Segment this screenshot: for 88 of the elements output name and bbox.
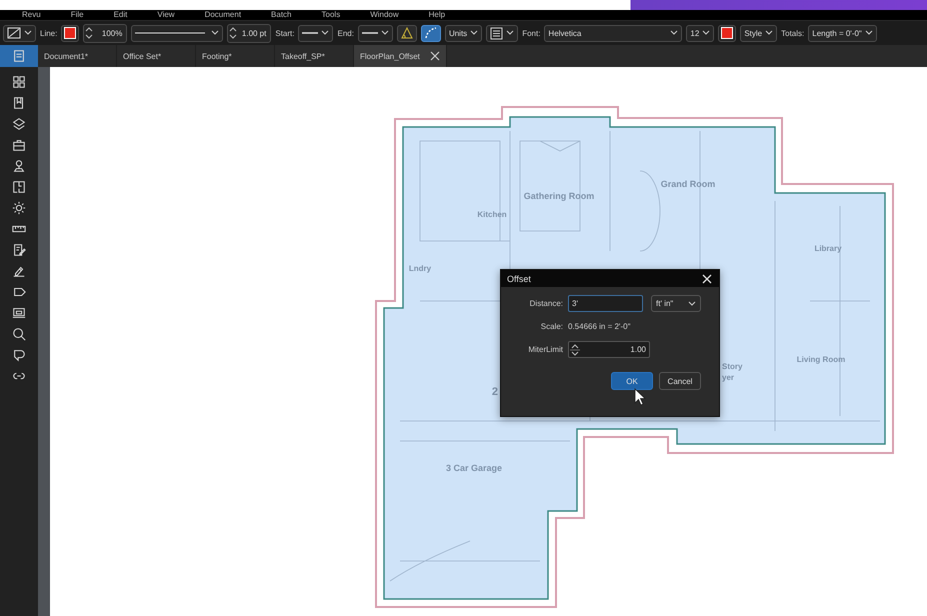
layers-icon — [12, 117, 26, 131]
close-icon[interactable] — [702, 274, 712, 284]
document-tab[interactable]: FloorPlan_Offset — [354, 45, 447, 67]
menu-item[interactable]: Tools — [322, 10, 340, 20]
menu-item[interactable]: Batch — [271, 10, 292, 20]
toolbox-icon — [12, 138, 26, 152]
menu-item[interactable]: Document — [204, 10, 242, 20]
menu-item[interactable]: View — [157, 10, 175, 20]
toolbar-label: Font: — [522, 28, 540, 38]
room-label: Library — [814, 244, 842, 253]
menu-item[interactable]: Window — [370, 10, 399, 20]
caret-icon — [765, 30, 774, 36]
close-icon[interactable] — [430, 51, 440, 61]
color-button[interactable] — [718, 24, 736, 42]
menu-item[interactable]: Help — [428, 10, 446, 20]
line-end-icon — [362, 31, 378, 35]
dropdown[interactable]: Style — [740, 24, 778, 42]
spinner-field[interactable]: 100% — [83, 24, 128, 42]
floor-plan-icon — [12, 180, 26, 194]
room-label: 3 Car Garage — [446, 463, 502, 473]
line-label: Line: — [40, 28, 58, 38]
room-label: yer — [722, 373, 734, 382]
spinner-field[interactable]: 1.00 pt — [227, 24, 272, 42]
spinner-arrows-icon[interactable] — [570, 342, 580, 358]
room-label: Grand Room — [660, 179, 716, 189]
menu-item[interactable]: Edit — [114, 10, 128, 20]
field-label: Distance: — [528, 299, 563, 308]
caret-icon — [864, 30, 873, 36]
caret-icon — [702, 30, 710, 36]
caret-icon — [670, 30, 678, 36]
distance-field[interactable]: 3' — [568, 295, 643, 312]
mouse-cursor-icon — [634, 388, 646, 406]
line-end-icon — [302, 31, 318, 35]
monitor-icon — [12, 306, 26, 320]
scale-value: 0.54666 in = 2'-0" — [568, 322, 630, 331]
line-end-dropdown[interactable] — [298, 24, 334, 42]
tag-icon — [12, 285, 26, 299]
spinner-arrows-icon[interactable] — [85, 25, 94, 41]
align-icon — [490, 26, 504, 40]
arc-tool-button[interactable] — [420, 24, 441, 42]
miter-limit-field[interactable]: 1.00 — [568, 341, 650, 358]
room-label: 2 — [492, 386, 498, 398]
room-label: Kitchen — [477, 210, 507, 219]
dropdown[interactable]: Helvetica — [544, 24, 682, 42]
menu-item[interactable]: File — [70, 10, 84, 20]
dropdown[interactable]: Length = 0'-0" — [808, 24, 877, 42]
field-label: Scale: — [540, 322, 563, 331]
cancel-button[interactable]: Cancel — [659, 372, 701, 390]
dropdown[interactable]: Units — [444, 24, 482, 42]
signature-icon — [12, 264, 26, 278]
align-dropdown[interactable] — [486, 24, 518, 42]
caret-icon — [321, 30, 330, 36]
toolbar-label: Totals: — [781, 28, 804, 38]
angle-tool-button[interactable] — [396, 24, 417, 42]
caret-icon — [470, 30, 478, 36]
room-label: Living Room — [796, 355, 846, 364]
room-label: Gathering Room — [524, 191, 594, 201]
line-end-label: Start: — [275, 28, 294, 38]
line-tool-icon — [7, 27, 21, 39]
solid-line-icon — [135, 31, 206, 35]
angle-icon — [400, 26, 414, 40]
dialog-title: Offset — [507, 274, 531, 284]
grid-icon — [12, 75, 26, 89]
ok-button[interactable]: OK — [611, 372, 653, 390]
menu-item[interactable]: Revu — [22, 10, 41, 20]
edit-icon — [12, 243, 26, 257]
arc-icon — [424, 26, 438, 40]
dropdown[interactable]: 12 — [686, 24, 714, 42]
line-end-dropdown[interactable] — [358, 24, 393, 42]
room-label: Story — [722, 362, 742, 371]
panel-icon — [12, 49, 26, 63]
caret-icon — [688, 300, 696, 306]
line-style-dropdown[interactable] — [131, 24, 224, 42]
color-button[interactable] — [61, 24, 80, 42]
spinner-arrows-icon[interactable] — [229, 25, 238, 41]
caret-icon — [380, 30, 389, 36]
field-label: MiterLimit — [527, 345, 563, 354]
unit-dropdown[interactable]: ft' in" — [651, 295, 701, 312]
room-label: Lndry — [408, 264, 432, 273]
book-icon — [12, 96, 26, 110]
caret-icon — [24, 30, 32, 36]
line-end-label: End: — [337, 28, 354, 38]
map-pin-icon — [12, 159, 26, 173]
line-tool-dropdown[interactable] — [3, 24, 36, 42]
search-icon — [12, 327, 26, 341]
caret-icon — [211, 30, 220, 36]
caret-icon — [506, 30, 514, 36]
panel-button[interactable] — [0, 45, 38, 67]
